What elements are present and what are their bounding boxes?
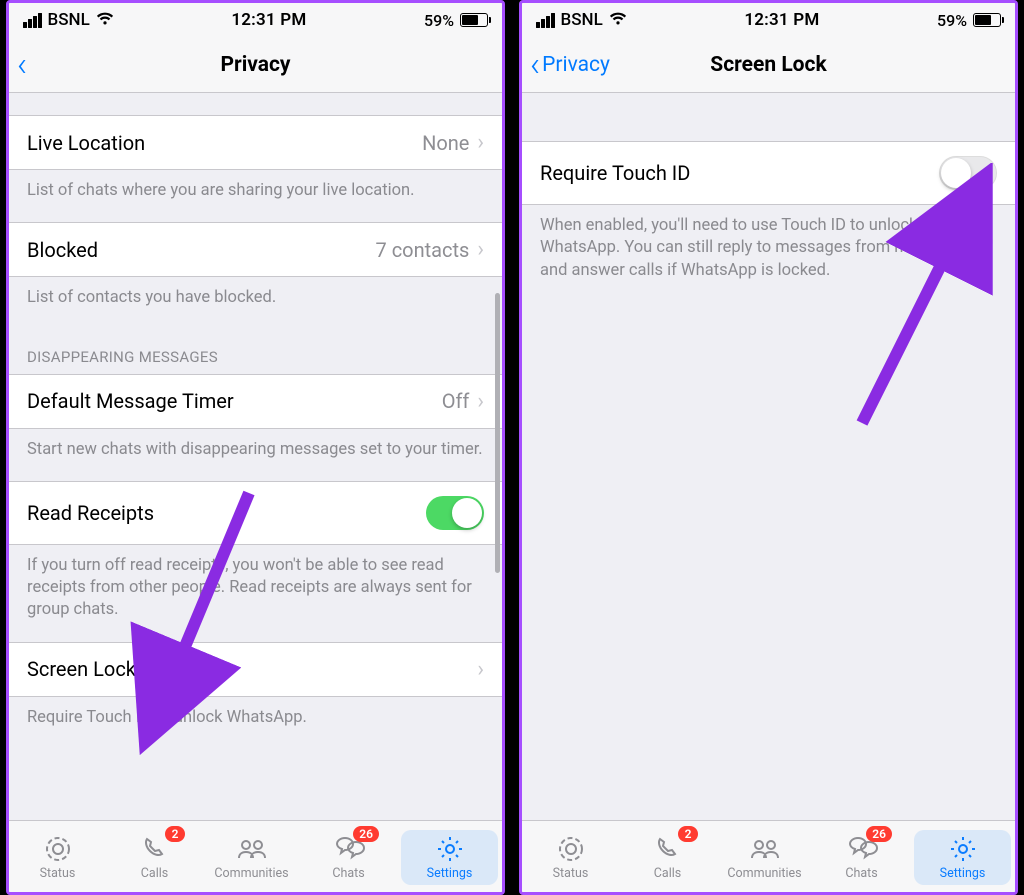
tab-bar: Status 2 Calls Communities 26 Chats — [522, 820, 1015, 892]
status-bar: BSNL 12:31 PM 59% — [9, 3, 502, 37]
row-blocked[interactable]: Blocked 7 contacts › — [9, 222, 502, 277]
status-icon — [41, 834, 75, 864]
chevron-right-icon: › — [477, 130, 484, 155]
signal-icon — [23, 13, 42, 28]
gear-icon — [433, 834, 467, 864]
row-read-receipts[interactable]: Read Receipts — [9, 481, 502, 545]
toggle-read-receipts[interactable] — [426, 496, 484, 530]
settings-list[interactable]: Live Location None › List of chats where… — [9, 93, 502, 820]
status-icon — [554, 834, 588, 864]
battery-percent: 59% — [424, 11, 454, 30]
row-footer: List of chats where you are sharing your… — [9, 170, 502, 222]
row-value: None — [422, 131, 469, 155]
tab-status[interactable]: Status — [9, 830, 106, 885]
status-time: 12:31 PM — [231, 10, 306, 30]
scroll-indicator[interactable] — [495, 293, 500, 573]
chevron-right-icon: › — [477, 389, 484, 414]
status-right: 59% — [424, 11, 488, 30]
tab-communities[interactable]: Communities — [203, 830, 300, 885]
row-default-message-timer[interactable]: Default Message Timer Off › — [9, 374, 502, 429]
tab-label: Calls — [141, 866, 168, 881]
tab-calls[interactable]: 2 Calls — [106, 830, 203, 885]
back-button[interactable]: ‹ — [17, 48, 27, 82]
battery-icon — [973, 13, 1001, 27]
status-right: 59% — [937, 11, 1001, 30]
chevron-right-icon: › — [477, 657, 484, 682]
nav-bar: ‹ Privacy — [9, 37, 502, 93]
communities-icon — [748, 834, 782, 864]
tab-label: Settings — [427, 866, 473, 881]
nav-bar: ‹ Privacy Screen Lock — [522, 37, 1015, 93]
row-label: Default Message Timer — [27, 389, 234, 413]
row-footer: Require Touch ID to unlock WhatsApp. — [9, 697, 502, 749]
carrier-label: BSNL — [561, 10, 603, 30]
toggle-require-touch-id[interactable] — [939, 156, 997, 190]
badge-chats: 26 — [866, 826, 892, 842]
wifi-icon — [609, 11, 627, 30]
tab-status[interactable]: Status — [522, 830, 619, 885]
back-button[interactable]: ‹ Privacy — [530, 48, 610, 82]
tab-chats[interactable]: 26 Chats — [300, 830, 397, 885]
tab-calls[interactable]: 2 Calls — [619, 830, 716, 885]
badge-chats: 26 — [353, 826, 379, 842]
battery-percent: 59% — [937, 11, 967, 30]
row-screen-lock[interactable]: Screen Lock › — [9, 642, 502, 697]
chevron-right-icon: › — [477, 237, 484, 262]
row-footer: List of contacts you have blocked. — [9, 277, 502, 329]
row-footer: When enabled, you'll need to use Touch I… — [522, 205, 1015, 302]
row-label: Live Location — [27, 131, 145, 155]
status-time: 12:31 PM — [744, 10, 819, 30]
battery-icon — [460, 13, 488, 27]
tab-label: Communities — [214, 866, 288, 881]
phone-right-screen-lock: BSNL 12:31 PM 59% ‹ Privacy Screen Lock … — [519, 0, 1018, 895]
carrier-label: BSNL — [48, 10, 90, 30]
gear-icon — [946, 834, 980, 864]
row-value: 7 contacts — [376, 238, 470, 262]
tab-label: Chats — [845, 866, 877, 881]
back-label: Privacy — [542, 53, 610, 77]
row-require-touch-id[interactable]: Require Touch ID — [522, 141, 1015, 205]
tab-label: Communities — [727, 866, 801, 881]
row-live-location[interactable]: Live Location None › — [9, 115, 502, 170]
tab-label: Status — [40, 866, 76, 881]
status-left: BSNL — [536, 10, 627, 30]
tab-settings[interactable]: Settings — [914, 830, 1011, 885]
row-label: Read Receipts — [27, 501, 154, 525]
status-bar: BSNL 12:31 PM 59% — [522, 3, 1015, 37]
tab-label: Status — [553, 866, 589, 881]
signal-icon — [536, 13, 555, 28]
chevron-left-icon: ‹ — [17, 48, 27, 82]
tab-communities[interactable]: Communities — [716, 830, 813, 885]
wifi-icon — [96, 11, 114, 30]
settings-list[interactable]: Require Touch ID When enabled, you'll ne… — [522, 93, 1015, 820]
status-left: BSNL — [23, 10, 114, 30]
tab-label: Settings — [940, 866, 986, 881]
communities-icon — [235, 834, 269, 864]
tab-settings[interactable]: Settings — [401, 830, 498, 885]
badge-calls: 2 — [678, 826, 698, 842]
row-label: Blocked — [27, 238, 98, 262]
row-footer: If you turn off read receipts, you won't… — [9, 545, 502, 642]
row-footer: Start new chats with disappearing messag… — [9, 429, 502, 481]
nav-title: Privacy — [9, 53, 502, 77]
chevron-left-icon: ‹ — [530, 48, 540, 82]
row-value: Off — [442, 389, 470, 413]
tab-chats[interactable]: 26 Chats — [813, 830, 910, 885]
badge-calls: 2 — [165, 826, 185, 842]
tab-bar: Status 2 Calls Communities 26 Chats — [9, 820, 502, 892]
phone-left-privacy: BSNL 12:31 PM 59% ‹ Privacy Live Locatio… — [6, 0, 505, 895]
tab-label: Chats — [332, 866, 364, 881]
row-label: Screen Lock — [27, 657, 136, 681]
section-header-disappearing: DISAPPEARING MESSAGES — [9, 330, 502, 374]
row-label: Require Touch ID — [540, 161, 690, 185]
tab-label: Calls — [654, 866, 681, 881]
